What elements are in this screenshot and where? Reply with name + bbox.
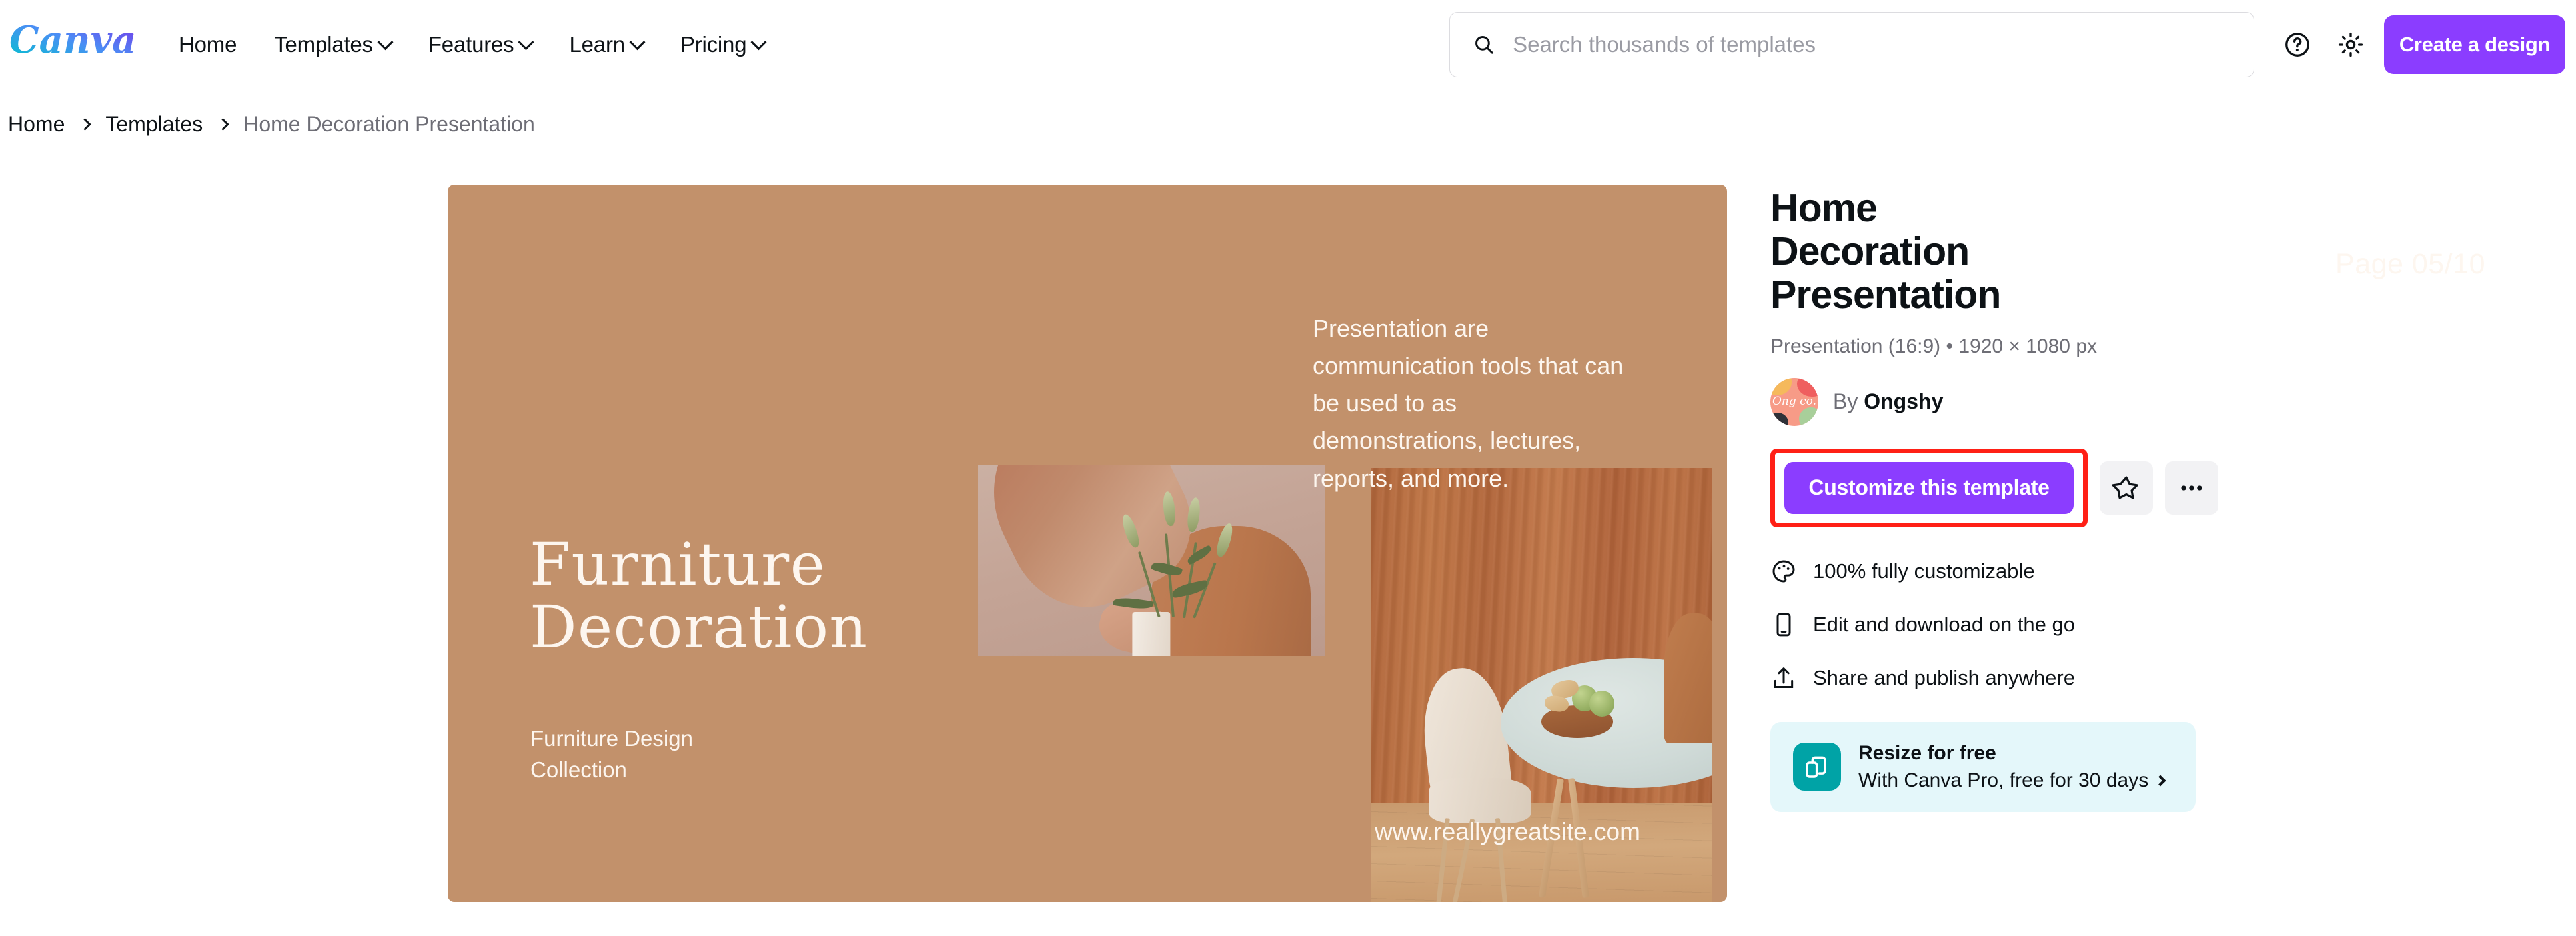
annotation-highlight-box: Customize this template [1770, 448, 2088, 527]
promo-subtitle-row: With Canva Pro, free for 30 days [1858, 769, 2166, 792]
feature-label: Edit and download on the go [1813, 612, 2075, 636]
author-prefix: By [1833, 389, 1858, 414]
promo-title: Resize for free [1858, 741, 1996, 764]
gear-icon [2338, 32, 2363, 57]
canva-logo[interactable]: Canva [9, 15, 143, 68]
customize-this-template-button[interactable]: Customize this template [1784, 461, 2074, 514]
nav-label: Features [428, 32, 514, 57]
nav-label: Learn [569, 32, 625, 57]
author-row[interactable]: Ong co. By Ongshy [1770, 377, 2237, 426]
slide-website-url: www.reallygreatsite.com [1375, 818, 1640, 845]
chevron-right-icon [2154, 775, 2166, 787]
chevron-right-icon [217, 118, 229, 131]
chevron-down-icon [750, 33, 767, 50]
breadcrumb-item-home[interactable]: Home [8, 112, 65, 137]
mobile-phone-icon [1776, 613, 1791, 637]
feature-customizable: 100% fully customizable [1770, 558, 2237, 585]
author-name: By Ongshy [1833, 389, 1943, 414]
template-dimensions-meta: Presentation (16:9) • 1920 × 1080 px [1770, 335, 2098, 357]
nav-item-home[interactable]: Home [160, 32, 255, 57]
chevron-down-icon [518, 33, 535, 50]
cta-row: Customize this template [1770, 448, 2237, 527]
nav-label: Templates [274, 32, 373, 57]
share-upload-icon [1774, 667, 1794, 688]
nav-label: Pricing [680, 32, 747, 57]
nav-item-pricing[interactable]: Pricing [662, 32, 783, 57]
search-icon [1475, 36, 1493, 54]
slide-subheadline: Furniture Design Collection [530, 723, 693, 786]
feature-label: Share and publish anywhere [1813, 665, 2075, 689]
author-name-value: Ongshy [1864, 389, 1944, 414]
resize-promo-card[interactable]: Resize for free With Canva Pro, free for… [1770, 721, 2196, 812]
resize-icon-badge [1793, 743, 1841, 791]
feature-mobile-editing: Edit and download on the go [1770, 611, 2237, 638]
page-title: Home Decoration Presentation [1770, 186, 2001, 317]
feature-list: 100% fully customizable Edit and downloa… [1770, 558, 2237, 691]
create-a-design-button[interactable]: Create a design [2384, 15, 2565, 74]
promo-text-block: Resize for free With Canva Pro, free for… [1858, 741, 2166, 792]
more-options-button[interactable] [2165, 461, 2218, 515]
feature-share-publish: Share and publish anywhere [1770, 665, 2237, 691]
main-navigation: Home Templates Features Learn Pricing [160, 0, 783, 89]
nav-item-learn[interactable]: Learn [550, 32, 661, 57]
chevron-right-icon [79, 118, 92, 131]
avatar-label: Ong co. [1772, 395, 1817, 409]
avatar: Ong co. [1770, 377, 1818, 426]
photo-hand-placing-flowers-top [978, 465, 1325, 656]
feature-label: 100% fully customizable [1813, 559, 2035, 583]
resize-icon [1806, 756, 1826, 778]
chevron-down-icon [377, 33, 394, 50]
subheadline-line-2: Collection [530, 757, 627, 782]
svg-text:Canva: Canva [9, 18, 136, 62]
slide-body-text: Presentation are communication tools tha… [1313, 315, 1624, 492]
ellipsis-icon [2181, 485, 2202, 491]
nav-label: Home [179, 32, 237, 57]
breadcrumb-item-templates[interactable]: Templates [105, 112, 203, 137]
slide-page-number: Page 05/10 [2335, 248, 2485, 280]
settings-button[interactable] [2327, 21, 2375, 69]
breadcrumb-item-current: Home Decoration Presentation [243, 112, 535, 136]
subheadline-line-1: Furniture Design [530, 726, 693, 751]
template-details-panel: Home Decoration Presentation Presentatio… [1770, 187, 2237, 812]
chevron-down-icon [629, 33, 646, 50]
nav-item-templates[interactable]: Templates [255, 32, 410, 57]
help-button[interactable] [2273, 21, 2321, 69]
star-icon [2112, 476, 2138, 499]
slide-headline: Furniture Decoration [530, 530, 868, 662]
nav-item-features[interactable]: Features [410, 32, 551, 57]
search-bar[interactable] [1449, 12, 2254, 77]
palette-icon [1772, 560, 1795, 583]
promo-subtitle: With Canva Pro, free for 30 days [1858, 769, 2149, 791]
breadcrumb: Home Templates Home Decoration Presentat… [8, 112, 535, 137]
help-circle-icon [2285, 33, 2309, 57]
favorite-button[interactable] [2100, 461, 2153, 515]
top-header: Canva Home Templates Features Learn Pric… [0, 0, 2576, 89]
search-input[interactable] [1513, 32, 2231, 57]
